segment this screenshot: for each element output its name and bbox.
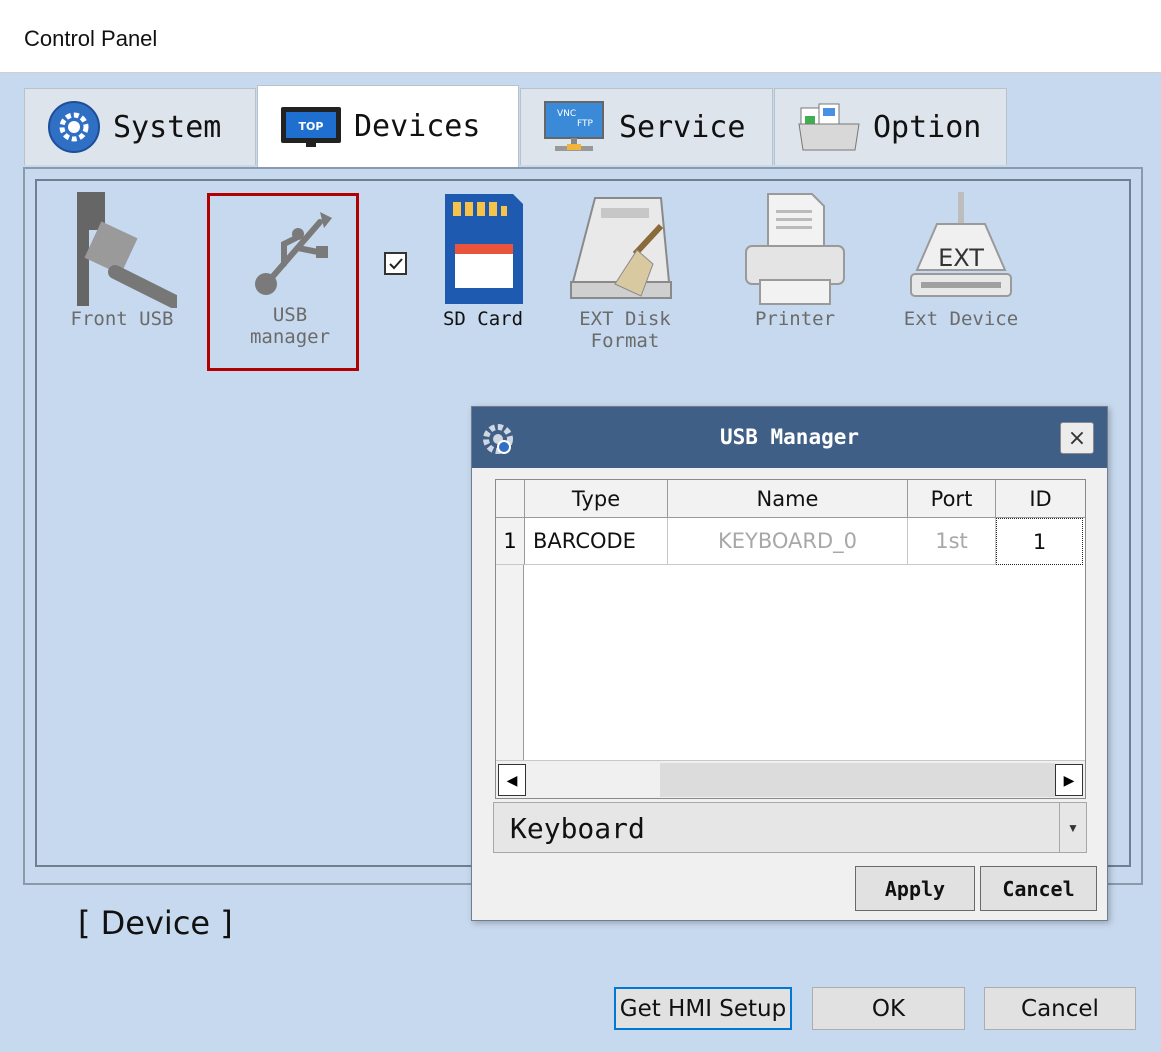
title-bar: Control Panel	[0, 0, 1161, 73]
front-usb-icon	[67, 190, 182, 309]
device-type-dropdown[interactable]: Keyboard ▼	[493, 802, 1087, 853]
dialog-title: USB Manager	[719, 425, 860, 449]
usb-manager-dialog: USB Manager × Type Name Port ID 1 BARCOD…	[471, 406, 1108, 921]
dialog-close-button[interactable]: ×	[1060, 422, 1094, 454]
usb-manager-checkbox[interactable]	[384, 252, 407, 275]
usb-manager-highlight	[207, 193, 359, 371]
vnc-ftp-icon: VNC FTP	[543, 100, 607, 154]
horizontal-scrollbar[interactable]: ◀ ▶	[496, 760, 1085, 798]
device-ext-disk-format-label-line2: Format	[590, 330, 660, 352]
column-header-port[interactable]: Port	[908, 480, 996, 518]
svg-text:VNC: VNC	[557, 109, 576, 119]
tab-devices-label: Devices	[354, 109, 481, 144]
device-printer[interactable]: Printer	[730, 190, 860, 330]
device-ext-device[interactable]: EXT Ext Device	[896, 190, 1026, 330]
device-front-usb[interactable]: Front USB	[62, 190, 182, 330]
column-header-name[interactable]: Name	[668, 480, 908, 518]
device-front-usb-label: Front USB	[70, 308, 174, 330]
device-sd-card-label: SD Card	[442, 308, 524, 330]
dropdown-value: Keyboard	[510, 812, 645, 845]
cell-id[interactable]: 1	[996, 518, 1083, 565]
cell-type[interactable]: BARCODE	[525, 518, 668, 565]
device-ext-disk-format-label-line1: EXT Disk	[579, 308, 671, 330]
cell-port[interactable]: 1st	[908, 518, 996, 565]
printer-icon	[740, 190, 850, 308]
device-ext-disk-format[interactable]: EXT Disk Format	[565, 194, 685, 352]
dialog-title-bar: USB Manager ×	[472, 407, 1107, 468]
device-ext-device-label: Ext Device	[903, 308, 1019, 330]
cancel-button[interactable]: Cancel	[984, 987, 1136, 1030]
tab-system[interactable]: System	[24, 88, 256, 165]
checkmark-icon	[389, 258, 403, 270]
scroll-left-icon[interactable]: ◀	[498, 764, 526, 796]
svg-text:FTP: FTP	[577, 119, 594, 129]
chevron-down-icon[interactable]: ▼	[1059, 803, 1086, 852]
get-hmi-setup-button[interactable]: Get HMI Setup	[614, 987, 792, 1030]
tab-service[interactable]: VNC FTP Service	[520, 88, 773, 165]
tab-system-label: System	[113, 109, 222, 145]
tab-option-label: Option	[873, 109, 982, 145]
ext-device-icon: EXT	[901, 190, 1021, 308]
row-number: 1	[496, 518, 525, 565]
ok-button[interactable]: OK	[812, 987, 965, 1030]
tab-option[interactable]: Option	[774, 88, 1007, 165]
device-sd-card[interactable]: SD Card	[428, 190, 538, 330]
svg-text:TOP: TOP	[299, 120, 324, 133]
scroll-thumb[interactable]	[660, 763, 1055, 797]
usb-device-grid: Type Name Port ID 1 BARCODE KEYBOARD_0 1…	[495, 479, 1086, 799]
scroll-right-icon[interactable]: ▶	[1055, 764, 1083, 796]
section-label: [ Device ]	[78, 904, 233, 942]
top-hmi-icon: TOP	[280, 106, 342, 148]
window-title: Control Panel	[24, 26, 158, 51]
grid-corner-header	[496, 480, 525, 518]
tab-devices[interactable]: TOP Devices	[257, 85, 519, 167]
sd-card-icon	[433, 190, 533, 308]
folder-icon	[797, 102, 861, 152]
disk-format-icon	[565, 194, 685, 308]
column-header-id[interactable]: ID	[996, 480, 1085, 518]
ext-badge-text: EXT	[938, 244, 984, 272]
tab-service-label: Service	[619, 109, 746, 145]
apply-button[interactable]: Apply	[855, 866, 975, 911]
gear-icon	[47, 100, 101, 154]
cell-name[interactable]: KEYBOARD_0	[668, 518, 908, 565]
device-printer-label: Printer	[754, 308, 836, 330]
column-header-type[interactable]: Type	[525, 480, 668, 518]
dialog-cancel-button[interactable]: Cancel	[980, 866, 1097, 911]
